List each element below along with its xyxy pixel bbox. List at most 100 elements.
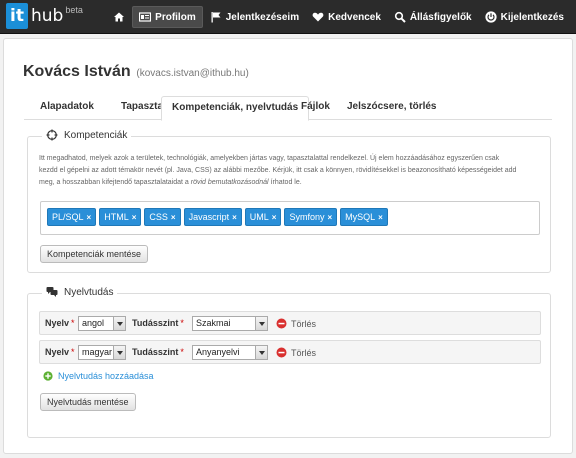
tab-kompetenciak[interactable]: Kompetenciák, nyelvtudás [161, 96, 310, 121]
nav-label: Kedvencek [328, 11, 381, 23]
tag-list: PL/SQL × HTML × CSS × Javascript × UML × Symfony × M… [47, 208, 391, 226]
language-label: Nyelv * [45, 318, 75, 328]
required-mark: * [180, 347, 184, 357]
nav-label: Profilom [155, 11, 196, 23]
competency-tag[interactable]: Symfony × [284, 208, 338, 226]
help-emphasis: rövid bemutatkozásodnál [190, 179, 269, 186]
delete-label: Törlés [291, 318, 317, 329]
delete-language-button[interactable]: Törlés [276, 318, 316, 329]
nav-kijelentkezes[interactable]: Kijelentkezés [479, 6, 570, 28]
remove-tag-icon[interactable]: × [87, 213, 92, 222]
logo-it: it [6, 3, 28, 29]
remove-tag-icon[interactable]: × [171, 213, 176, 222]
flag-icon [210, 11, 222, 23]
remove-tag-icon[interactable]: × [132, 213, 137, 222]
languages-legend: Nyelvtudás [42, 286, 118, 298]
competencies-help-text: Itt megadhatod, melyek azok a területek,… [39, 153, 539, 189]
required-mark: * [71, 318, 75, 328]
remove-tag-icon[interactable]: × [327, 213, 332, 222]
remove-tag-icon[interactable]: × [232, 213, 237, 222]
level-select[interactable]: Anyanyelvi [192, 345, 268, 360]
competency-tag-label: PL/SQL [52, 212, 84, 222]
chevron-down-icon [113, 317, 125, 330]
language-row: Nyelv * angol Tudásszint * Szakmai Törlés [39, 311, 541, 335]
nav-profilom[interactable]: Profilom [132, 6, 203, 28]
search-icon [394, 11, 406, 23]
language-value: angol [82, 318, 105, 328]
profile-card-icon [139, 11, 152, 23]
competency-tag[interactable]: HTML × [99, 208, 142, 226]
add-language-label: Nyelvtudás hozzáadása [58, 371, 154, 381]
power-icon [485, 11, 497, 23]
remove-tag-icon[interactable]: × [378, 213, 383, 222]
competency-tag[interactable]: PL/SQL × [47, 208, 97, 226]
delete-label: Törlés [291, 347, 317, 358]
help-line: meg, a hosszabban kifejtendő tapasztalat… [39, 177, 539, 189]
language-label: Nyelv * [45, 347, 75, 357]
competencies-legend: Kompetenciák [42, 129, 132, 141]
add-circle-icon [43, 371, 53, 381]
logo-hub: hub [30, 6, 64, 26]
nav-label: Állásfigyelők [409, 11, 472, 23]
ithub-logo[interactable]: it hub beta [6, 3, 83, 31]
crosshair-icon [46, 129, 58, 141]
language-label-text: Nyelv [45, 347, 70, 357]
competencies-section: Kompetenciák Itt megadhatod, melyek azok… [27, 129, 551, 273]
page-title: Kovács István (kovacs.istvan@ithub.hu) [23, 63, 249, 81]
tab-alapadatok[interactable]: Alapadatok [30, 96, 104, 120]
save-competencies-button[interactable]: Kompetenciák mentése [40, 245, 149, 263]
tab-fajlok[interactable]: Fájlok [291, 96, 340, 120]
user-email: (kovacs.istvan@ithub.hu) [136, 68, 249, 79]
nav-label: Kijelentkezés [500, 11, 564, 23]
nav-kedvencek[interactable]: Kedvencek [306, 6, 387, 28]
level-label-text: Tudásszint [132, 347, 179, 357]
competency-tag[interactable]: MySQL × [340, 208, 388, 226]
add-language-link[interactable]: Nyelvtudás hozzáadása [43, 371, 154, 381]
level-value: Anyanyelvi [196, 347, 240, 357]
nav-home[interactable] [107, 6, 131, 28]
level-value: Szakmai [196, 318, 231, 328]
nav-label: Jelentkezéseim [225, 11, 300, 23]
nav-allasfigyelok[interactable]: Állásfigyelők [388, 6, 478, 28]
main-nav: Profilom Jelentkezéseim Kedvencek Állásf… [106, 0, 570, 34]
delete-language-button[interactable]: Törlés [276, 347, 316, 358]
home-icon [113, 11, 125, 23]
remove-circle-icon [276, 318, 287, 329]
required-mark: * [71, 347, 75, 357]
help-line: Itt megadhatod, melyek azok a területek,… [39, 155, 500, 162]
competencies-title: Kompetenciák [64, 129, 128, 141]
level-label-text: Tudásszint [132, 318, 179, 328]
chevron-down-icon [113, 346, 125, 359]
tab-jelszocsere[interactable]: Jelszócsere, törlés [337, 96, 447, 120]
level-select[interactable]: Szakmai [192, 316, 268, 331]
remove-circle-icon [276, 347, 287, 358]
remove-tag-icon[interactable]: × [272, 213, 277, 222]
user-name: Kovács István [23, 63, 131, 80]
competency-tag[interactable]: CSS × [144, 208, 181, 226]
level-label: Tudásszint * [132, 347, 184, 357]
save-languages-button[interactable]: Nyelvtudás mentése [40, 393, 136, 411]
competency-tag-label: Javascript [188, 212, 230, 222]
competency-tag-label: CSS [149, 212, 168, 222]
competencies-input[interactable]: PL/SQL × HTML × CSS × Javascript × UML × Symfony × M… [40, 201, 540, 235]
level-label: Tudásszint * [132, 318, 184, 328]
languages-title: Nyelvtudás [64, 286, 114, 298]
language-label-text: Nyelv [45, 318, 70, 328]
speech-bubbles-icon [46, 286, 58, 298]
competency-tag[interactable]: Javascript × [183, 208, 242, 226]
competency-tag[interactable]: UML × [244, 208, 282, 226]
top-navbar: it hub beta Profilom Jelentkezéseim Kedv… [0, 0, 576, 34]
chevron-down-icon [255, 346, 267, 359]
competency-tag-label: Symfony [289, 212, 325, 222]
chevron-down-icon [255, 317, 267, 330]
help-text: írhatod le. [268, 179, 302, 186]
nav-jelentkezeseim[interactable]: Jelentkezéseim [204, 6, 305, 28]
help-text: meg, a hosszabban kifejtendő tapasztalat… [39, 179, 191, 186]
logo-beta: beta [65, 5, 83, 15]
language-select[interactable]: angol [78, 316, 126, 331]
help-line: kezdd el gépelni az adott témakör nevét … [39, 167, 517, 174]
heart-icon [312, 11, 324, 23]
competency-tag-label: MySQL [345, 212, 376, 222]
language-select[interactable]: magyar [78, 345, 126, 360]
competency-tag-label: UML [249, 212, 269, 222]
